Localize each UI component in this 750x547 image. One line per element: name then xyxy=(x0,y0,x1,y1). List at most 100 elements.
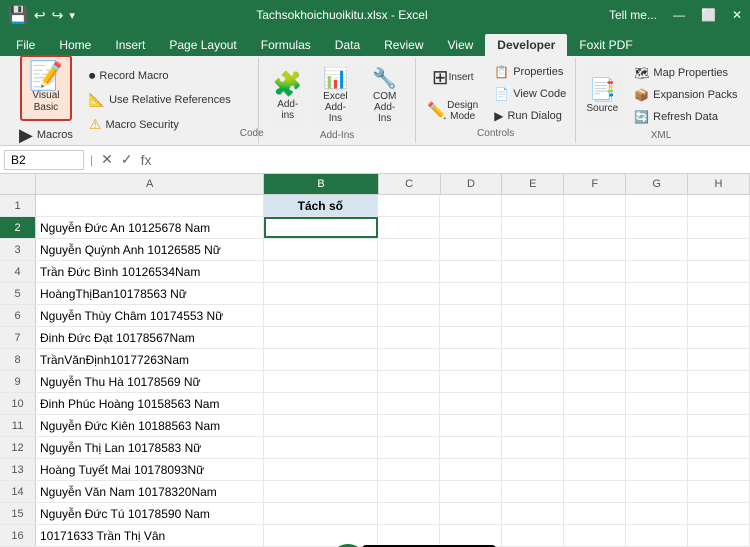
refresh-data-button[interactable]: 🔄 Refresh Data xyxy=(629,107,742,127)
macros-button[interactable]: ▶ Macros xyxy=(12,123,80,147)
cell[interactable]: Nguyễn Đức An 10125678 Nam xyxy=(36,217,264,238)
cell[interactable] xyxy=(688,415,750,436)
tab-review[interactable]: Review xyxy=(372,34,435,56)
cell[interactable] xyxy=(626,195,688,216)
cell[interactable] xyxy=(626,261,688,282)
source-button[interactable]: 📑 Source xyxy=(580,62,626,128)
cell[interactable] xyxy=(688,437,750,458)
cell[interactable] xyxy=(688,481,750,502)
cell[interactable]: Trần Đức Bình 10126534Nam xyxy=(36,261,264,282)
cell[interactable] xyxy=(440,393,502,414)
cell[interactable] xyxy=(502,195,564,216)
tab-page-layout[interactable]: Page Layout xyxy=(157,34,248,56)
cell[interactable] xyxy=(440,261,502,282)
tab-file[interactable]: File xyxy=(4,34,47,56)
cell[interactable] xyxy=(440,327,502,348)
cell[interactable] xyxy=(688,239,750,260)
save-icon[interactable]: 💾 xyxy=(8,5,28,25)
cell[interactable] xyxy=(688,305,750,326)
close-btn[interactable]: ✕ xyxy=(732,8,742,22)
cell[interactable] xyxy=(440,195,502,216)
cell[interactable] xyxy=(440,503,502,524)
tab-formulas[interactable]: Formulas xyxy=(249,34,323,56)
cell[interactable]: TrầnVănĐịnh10177263Nam xyxy=(36,349,264,370)
cell[interactable] xyxy=(264,437,378,458)
col-header-b[interactable]: B xyxy=(264,174,378,194)
cell[interactable] xyxy=(264,481,378,502)
cell[interactable] xyxy=(440,283,502,304)
tab-foxit-pdf[interactable]: Foxit PDF xyxy=(567,34,644,56)
cell[interactable] xyxy=(264,239,378,260)
col-header-f[interactable]: F xyxy=(564,174,626,194)
cell[interactable] xyxy=(564,217,626,238)
cell[interactable] xyxy=(688,261,750,282)
col-header-c[interactable]: C xyxy=(379,174,441,194)
cell[interactable] xyxy=(626,481,688,502)
col-header-h[interactable]: H xyxy=(688,174,750,194)
cell[interactable] xyxy=(264,327,378,348)
cell[interactable] xyxy=(378,459,440,480)
cell[interactable] xyxy=(440,239,502,260)
properties-button[interactable]: 📋 Properties xyxy=(489,62,571,82)
col-header-a[interactable]: A xyxy=(36,174,264,194)
cell[interactable] xyxy=(688,393,750,414)
cell[interactable] xyxy=(688,327,750,348)
tell-me[interactable]: Tell me... xyxy=(609,8,657,22)
formula-input[interactable] xyxy=(157,151,746,169)
cell[interactable] xyxy=(688,217,750,238)
use-relative-button[interactable]: 📐 Use Relative References xyxy=(84,89,236,111)
cell[interactable] xyxy=(564,393,626,414)
record-macro-button[interactable]: ⏺ Record Macro xyxy=(84,65,236,87)
cell[interactable] xyxy=(502,503,564,524)
cell-b2[interactable] xyxy=(264,217,378,238)
cell[interactable] xyxy=(688,459,750,480)
cell[interactable] xyxy=(264,393,378,414)
cell[interactable] xyxy=(378,437,440,458)
cell[interactable]: Nguyễn Đức Tú 10178590 Nam xyxy=(36,503,264,524)
cell[interactable] xyxy=(564,349,626,370)
cell-reference-input[interactable] xyxy=(4,150,84,170)
expansion-packs-button[interactable]: 📦 Expansion Packs xyxy=(629,85,742,105)
cell-header-tachso[interactable]: Tách số xyxy=(264,195,378,216)
cell[interactable] xyxy=(564,327,626,348)
map-properties-button[interactable]: 🗺 Map Properties xyxy=(629,63,742,83)
cell[interactable] xyxy=(626,349,688,370)
cell[interactable] xyxy=(378,393,440,414)
cell[interactable] xyxy=(440,415,502,436)
cell[interactable] xyxy=(36,195,264,216)
cell[interactable] xyxy=(378,261,440,282)
cancel-formula-icon[interactable]: ✕ xyxy=(99,151,115,168)
col-header-g[interactable]: G xyxy=(626,174,688,194)
cell[interactable] xyxy=(502,437,564,458)
col-header-e[interactable]: E xyxy=(502,174,564,194)
excel-addins-button[interactable]: 📊 ExcelAdd-Ins xyxy=(313,62,358,128)
cell[interactable]: Hoàng Tuyết Mai 10178093Nữ xyxy=(36,459,264,480)
tab-developer[interactable]: Developer xyxy=(485,34,567,56)
cell[interactable] xyxy=(378,415,440,436)
cell[interactable]: Nguyễn Thị Lan 10178583 Nữ xyxy=(36,437,264,458)
cell[interactable] xyxy=(626,459,688,480)
confirm-formula-icon[interactable]: ✓ xyxy=(119,151,135,168)
cell[interactable] xyxy=(626,239,688,260)
restore-btn[interactable]: ⬜ xyxy=(701,8,716,22)
cell[interactable] xyxy=(688,371,750,392)
cell[interactable] xyxy=(264,503,378,524)
cell[interactable] xyxy=(626,393,688,414)
cell[interactable]: Đinh Đức Đạt 10178567Nam xyxy=(36,327,264,348)
cell[interactable] xyxy=(378,283,440,304)
cell[interactable]: Nguyễn Quỳnh Anh 10126585 Nữ xyxy=(36,239,264,260)
cell[interactable] xyxy=(440,217,502,238)
cell[interactable] xyxy=(378,195,440,216)
add-ins-button[interactable]: 🧩 Add-ins xyxy=(267,62,309,128)
cell[interactable] xyxy=(626,217,688,238)
cell[interactable] xyxy=(502,393,564,414)
com-addins-button[interactable]: 🔧 COMAdd-Ins xyxy=(362,62,407,128)
cell[interactable] xyxy=(564,305,626,326)
insert-control-button[interactable]: ⊞ Insert xyxy=(425,62,481,92)
cell[interactable]: HoàngThịBan10178563 Nữ xyxy=(36,283,264,304)
cell[interactable] xyxy=(688,503,750,524)
redo-icon[interactable]: ↪ xyxy=(52,7,64,24)
cell[interactable] xyxy=(564,371,626,392)
cell[interactable] xyxy=(502,481,564,502)
cell[interactable] xyxy=(264,305,378,326)
